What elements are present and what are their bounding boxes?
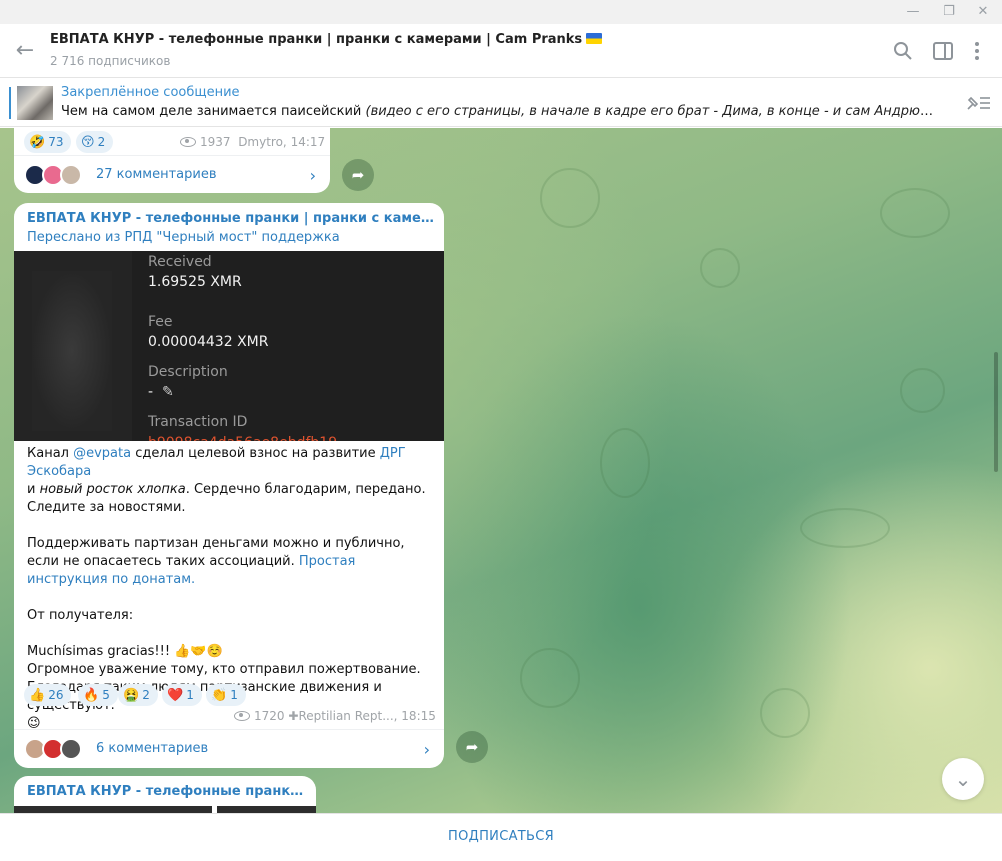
chat-area[interactable]: 🤣 73 😚 2 1937 Dmytro, 14:17 27 комментарие… [0, 128, 1002, 813]
subscriber-count: 2 716 подписчиков [50, 54, 171, 68]
pinned-title: Закреплённое сообщение [61, 85, 240, 100]
edit-note-icon: ✎ [161, 384, 174, 400]
pinned-indicator [9, 87, 11, 119]
reaction-chip[interactable]: 😚 2 [76, 131, 114, 153]
footer-bar: ПОДПИСАТЬСЯ [0, 813, 1002, 861]
transaction-screenshot[interactable]: Received 1.69525 XMR Fee 0.00004432 XMR … [14, 251, 444, 441]
scrollbar[interactable] [994, 352, 998, 472]
pinned-text: Чем на самом деле занимается паисейский … [61, 104, 941, 119]
window-titlebar: — ❐ ✕ [0, 0, 1002, 24]
mention-link[interactable]: @evpata [73, 446, 131, 461]
share-icon[interactable]: ➦ [456, 731, 488, 763]
ukraine-flag-icon [586, 33, 603, 44]
share-icon[interactable]: ➦ [342, 159, 374, 191]
post-image[interactable] [14, 806, 212, 813]
views-icon [180, 137, 196, 147]
message-bubble-next[interactable]: ЕВПАТА КНУР - телефонные пранки | пр... [14, 776, 316, 813]
reaction-chip[interactable]: 👏 1 [206, 684, 246, 706]
txid-value: b9098ca4da56ae8ebdfb19 [148, 435, 337, 441]
fee-label: Fee [148, 314, 173, 330]
post-image[interactable] [217, 806, 316, 813]
pinned-thumbnail [17, 86, 53, 120]
close-icon[interactable]: ✕ [966, 0, 1000, 24]
views-icon [234, 711, 250, 721]
reaction-chip[interactable]: 🔥 5 [78, 684, 118, 706]
chevron-right-icon: › [423, 740, 430, 759]
avatar [60, 738, 82, 760]
pinned-list-icon[interactable] [962, 91, 992, 115]
message-meta: 1937 Dmytro, 14:17 [180, 135, 325, 149]
scroll-down-icon[interactable]: ⌄ [942, 758, 984, 800]
search-icon[interactable] [890, 38, 916, 64]
received-label: Received [148, 254, 212, 270]
sidebar-toggle-icon[interactable] [930, 38, 956, 64]
channel-title[interactable]: ЕВПАТА КНУР - телефонные пранки | пранки… [50, 32, 603, 47]
post-channel-name[interactable]: ЕВПАТА КНУР - телефонные пранки | пранки… [27, 211, 435, 226]
chevron-right-icon: › [309, 166, 316, 185]
pinned-message-bar[interactable]: Закреплённое сообщение Чем на самом деле… [0, 79, 1002, 127]
comments-link[interactable]: 6 комментариев › [14, 729, 444, 767]
comments-count: 6 комментариев [96, 741, 209, 756]
subscribe-button[interactable]: ПОДПИСАТЬСЯ [0, 829, 1002, 844]
blurred-area [14, 251, 132, 441]
txid-label: Transaction ID [148, 414, 248, 430]
signature-icon: ✚ [288, 709, 299, 723]
reaction-chip[interactable]: 🤮 2 [118, 684, 158, 706]
description-label: Description [148, 364, 228, 380]
received-value: 1.69525 XMR [148, 274, 242, 290]
reaction-chip[interactable]: ❤️ 1 [162, 684, 202, 706]
avatar [60, 164, 82, 186]
minimize-icon[interactable]: — [896, 0, 930, 24]
reaction-chip[interactable]: 🤣 73 [24, 131, 72, 153]
fee-value: 0.00004432 XMR [148, 334, 269, 350]
comments-link[interactable]: 27 комментариев › [14, 155, 330, 193]
forwarded-from[interactable]: Переслано из РПД "Черный мост" поддержка [27, 230, 340, 245]
message-bubble-previous[interactable]: 🤣 73 😚 2 1937 Dmytro, 14:17 27 комментарие… [14, 128, 330, 193]
commenter-avatars [24, 738, 86, 760]
more-menu-icon[interactable] [964, 38, 990, 64]
chat-header: ← ЕВПАТА КНУР - телефонные пранки | пран… [0, 24, 1002, 78]
message-meta: 1720 ✚Reptilian Rept..., 18:15 [234, 709, 436, 723]
post-channel-name[interactable]: ЕВПАТА КНУР - телефонные пранки | пр... [27, 784, 307, 799]
message-bubble[interactable]: ЕВПАТА КНУР - телефонные пранки | пранки… [14, 203, 444, 768]
comments-count: 27 комментариев [96, 167, 217, 182]
back-arrow-icon[interactable]: ← [12, 38, 38, 64]
restore-icon[interactable]: ❐ [932, 0, 966, 24]
description-value: - ✎ [148, 384, 174, 400]
commenter-avatars [24, 164, 86, 186]
reaction-chip[interactable]: 👍 26 [24, 684, 72, 706]
